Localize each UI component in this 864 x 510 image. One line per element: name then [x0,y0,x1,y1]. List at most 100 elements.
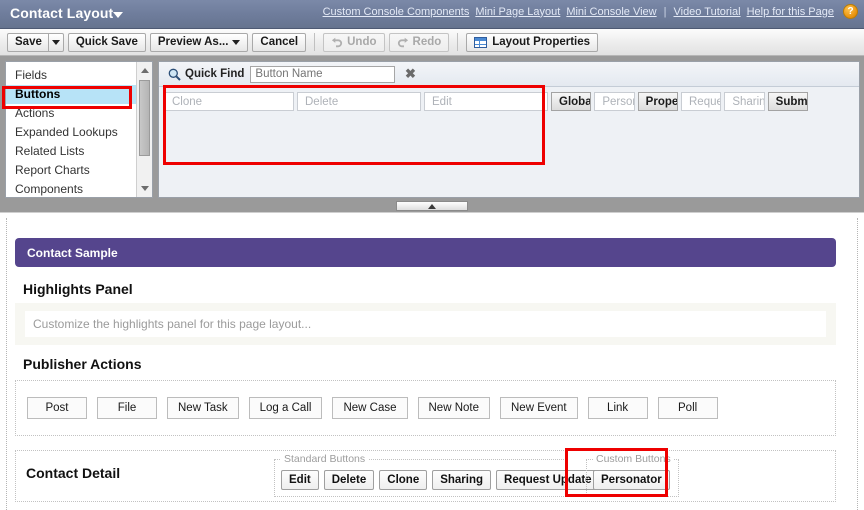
sidebar-item-related-lists[interactable]: Related Lists [6,142,136,161]
publisher-action-new-event[interactable]: New Event [500,397,578,419]
help-icon[interactable]: ? [843,4,858,19]
undo-button: Undo [323,33,384,52]
link-mini-console-view[interactable]: Mini Console View [566,6,656,18]
triangle-up-icon [428,204,436,209]
custom-buttons-row: Personator [593,470,670,490]
grid-icon [474,37,487,48]
custom-buttons-fieldset: Custom Buttons Personator [586,459,679,497]
editor-title-bar: Contact Layout Custom Console Components… [0,0,864,29]
quick-save-button-label: Quick Save [76,36,138,48]
palette-button-property-lookup[interactable]: Property Lookup [638,92,678,111]
triangle-up-icon[interactable] [137,63,152,78]
header-links: Custom Console Components Mini Page Layo… [323,4,858,19]
publisher-action-poll[interactable]: Poll [658,397,718,419]
custom-buttons-legend: Custom Buttons [593,453,674,465]
publisher-action-log-a-call[interactable]: Log a Call [249,397,323,419]
palette-slot-empty [845,92,859,111]
panel-splitter[interactable] [0,201,864,212]
quick-find-input[interactable] [250,66,395,83]
toolbar-divider [314,33,315,51]
publisher-action-new-note[interactable]: New Note [418,397,491,419]
undo-icon [331,37,343,48]
save-dropdown-arrow[interactable] [48,34,63,51]
palette-button-edit[interactable]: Edit [424,92,548,111]
detail-button-sharing[interactable]: Sharing [432,470,491,490]
palette-button-personator[interactable]: Personator [594,92,634,111]
detail-button-request-update[interactable]: Request Update [496,470,600,490]
quick-find-bar: Quick Find ✖ [159,62,859,87]
highlights-panel-dropzone[interactable]: Customize the highlights panel for this … [15,303,836,345]
quick-find-label: Quick Find [185,68,244,80]
palette-button-sharing[interactable]: Sharing [724,92,764,111]
save-button[interactable]: Save [7,33,64,52]
detail-button-edit[interactable]: Edit [281,470,319,490]
palette-slot-empty [811,92,825,111]
button-palette-grid: Clone Delete Edit Global Address Ve... P… [164,92,859,111]
sidebar-scrollbar[interactable] [136,62,152,197]
sidebar-item-components[interactable]: Components [6,180,136,199]
publisher-action-new-task[interactable]: New Task [167,397,239,419]
highlights-panel-title: Highlights Panel [23,281,133,297]
save-button-label: Save [15,36,42,48]
link-help-for-this-page[interactable]: Help for this Page [747,6,834,18]
sample-record-header: Contact Sample [15,238,836,267]
sidebar-item-report-charts[interactable]: Report Charts [6,161,136,180]
triangle-down-icon[interactable] [137,181,152,196]
publisher-action-file[interactable]: File [97,397,157,419]
cancel-button-label: Cancel [260,36,298,48]
sidebar-item-actions[interactable]: Actions [6,104,136,123]
editor-toolbar: Save Quick Save Preview As... Cancel Und… [0,29,864,56]
undo-button-label: Undo [347,36,376,48]
detail-button-delete[interactable]: Delete [324,470,375,490]
palette-button-clone[interactable]: Clone [164,92,294,111]
publisher-actions-title: Publisher Actions [23,356,142,372]
layout-properties-button-label: Layout Properties [492,36,590,48]
layout-properties-button[interactable]: Layout Properties [466,33,598,52]
preview-as-button[interactable]: Preview As... [150,33,249,52]
element-category-list: Fields Buttons Actions Expanded Lookups … [6,62,136,197]
preview-as-button-label: Preview As... [158,36,229,48]
palette-button-submit-for-approval[interactable]: Submit for Approval [768,92,808,111]
toolbar-divider [457,33,458,51]
publisher-actions-dropzone[interactable]: Post File New Task Log a Call New Case N… [15,380,836,436]
redo-icon [397,37,409,48]
palette-slot-empty [828,92,842,111]
sidebar-item-buttons[interactable]: Buttons [6,85,136,104]
link-video-tutorial[interactable]: Video Tutorial [673,6,740,18]
standard-buttons-row: Edit Delete Clone Sharing Request Update [281,470,600,490]
chevron-down-icon[interactable] [113,12,123,18]
search-icon [168,68,181,81]
layout-preview-inner: Contact Sample Highlights Panel Customiz… [6,218,858,510]
detail-button-clone[interactable]: Clone [379,470,427,490]
contact-detail-section: Contact Detail Standard Buttons Edit Del… [15,450,836,502]
button-palette-panel: Quick Find ✖ Clone Delete Edit Global Ad… [158,61,860,198]
publisher-action-post[interactable]: Post [27,397,87,419]
palette-button-delete[interactable]: Delete [297,92,421,111]
detail-button-personator[interactable]: Personator [593,470,670,490]
highlights-panel-placeholder: Customize the highlights panel for this … [25,311,826,337]
sidebar-item-expanded-lookups[interactable]: Expanded Lookups [6,123,136,142]
contact-detail-title: Contact Detail [26,465,120,481]
layout-preview-canvas: Contact Sample Highlights Panel Customiz… [0,212,864,510]
layout-editor-panel: Contact Layout Custom Console Components… [0,0,864,212]
publisher-action-new-case[interactable]: New Case [332,397,407,419]
palette-area: Fields Buttons Actions Expanded Lookups … [0,56,864,201]
palette-button-request-update[interactable]: Request Update [681,92,721,111]
chevron-down-icon [232,40,240,45]
link-separator: | [663,6,668,18]
standard-buttons-legend: Standard Buttons [281,453,368,465]
page-title: Contact Layout [10,5,113,21]
palette-button-global-address-verification[interactable]: Global Address Ve... [551,92,591,111]
link-mini-page-layout[interactable]: Mini Page Layout [475,6,560,18]
clear-x-icon[interactable]: ✖ [403,67,417,81]
sidebar-item-fields[interactable]: Fields [6,66,136,85]
cancel-button[interactable]: Cancel [252,33,306,52]
scrollbar-thumb[interactable] [139,80,150,156]
standard-buttons-fieldset: Standard Buttons Edit Delete Clone Shari… [274,459,568,497]
element-category-sidebar: Fields Buttons Actions Expanded Lookups … [5,61,153,198]
link-custom-console-components[interactable]: Custom Console Components [323,6,470,18]
quick-save-button[interactable]: Quick Save [68,33,146,52]
collapse-panel-handle[interactable] [396,201,468,211]
redo-button-label: Redo [413,36,442,48]
publisher-action-link[interactable]: Link [588,397,648,419]
